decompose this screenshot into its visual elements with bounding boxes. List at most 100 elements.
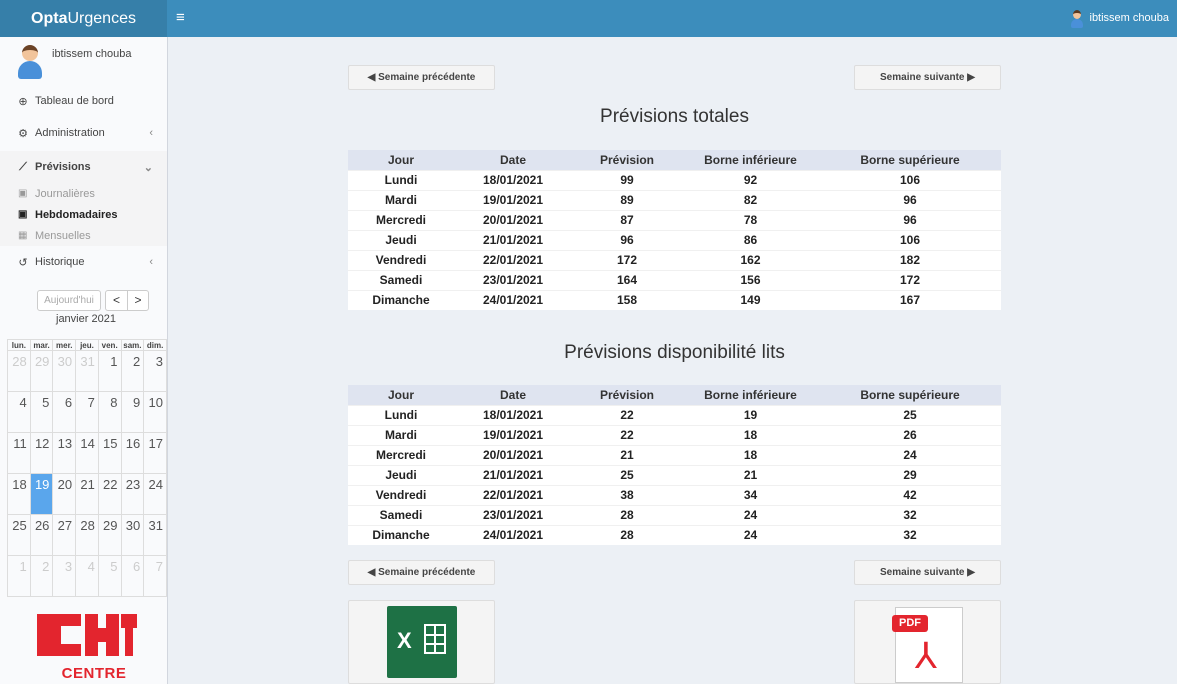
calendar-day[interactable]: 2: [29, 555, 54, 597]
table-cell: 86: [682, 229, 819, 250]
calendar-week: 28 29 30 31 1 2 3: [7, 350, 167, 392]
calendar-day[interactable]: 19: [29, 473, 54, 515]
table-cell: Vendredi: [348, 484, 454, 505]
calendar-day[interactable]: 24: [143, 473, 167, 515]
calendar-day[interactable]: 31: [143, 514, 167, 556]
sidebar-item-historique[interactable]: ↺ Historique ‹: [0, 246, 167, 278]
calendar-day[interactable]: 11: [7, 432, 31, 474]
calendar-day[interactable]: 26: [29, 514, 54, 556]
table-cell: 24: [682, 504, 819, 525]
prev-month-button[interactable]: <: [106, 291, 127, 310]
table-cell: 106: [819, 229, 1001, 250]
calendar-day[interactable]: 17: [143, 432, 167, 474]
calendar-day[interactable]: 3: [143, 350, 167, 392]
calendar-day[interactable]: 23: [120, 473, 145, 515]
avatar: [18, 45, 42, 79]
calendar-day[interactable]: 30: [52, 350, 77, 392]
calendar-day[interactable]: 15: [97, 432, 122, 474]
calendar-day[interactable]: 14: [75, 432, 99, 474]
table-cell: 21/01/2021: [454, 229, 572, 250]
table-cell: 23/01/2021: [454, 504, 572, 525]
calendar-day[interactable]: 3: [52, 555, 77, 597]
app-logo[interactable]: OptaUrgences: [0, 0, 167, 37]
calendar-day[interactable]: 4: [7, 391, 31, 433]
calendar-day[interactable]: 13: [52, 432, 77, 474]
table-cell: 21/01/2021: [454, 464, 572, 485]
calendar-day[interactable]: 25: [7, 514, 31, 556]
line-chart-icon: ⟋: [19, 160, 27, 173]
table-cell: Mardi: [348, 424, 454, 445]
table-cell: 21: [682, 464, 819, 485]
calendar-day[interactable]: 27: [52, 514, 77, 556]
table-cell: Mercredi: [348, 209, 454, 230]
prev-week-button-bottom[interactable]: ◀ Semaine précédente: [348, 560, 495, 585]
user-menu[interactable]: ibtissem chouba: [1070, 0, 1169, 37]
calendar-day[interactable]: 2: [120, 350, 145, 392]
calendar-day[interactable]: 1: [7, 555, 31, 597]
sidebar-subitem-journalieres[interactable]: ▣ Journalières: [0, 183, 167, 204]
calendar-week: 11 12 13 14 15 16 17: [7, 432, 167, 474]
calendar-day[interactable]: 21: [75, 473, 99, 515]
calendar-toolbar: Aujourd'hui < >: [37, 290, 149, 311]
calendar-day[interactable]: 9: [120, 391, 145, 433]
sidebar-item-dashboard[interactable]: ⊕ Tableau de bord: [0, 85, 167, 117]
table-cell: 34: [682, 484, 819, 505]
calendar-day[interactable]: 16: [120, 432, 145, 474]
next-month-button[interactable]: >: [127, 291, 148, 310]
calendar-day[interactable]: 6: [120, 555, 145, 597]
export-pdf-button[interactable]: PDF ⅄: [854, 600, 1001, 684]
table-cell: Dimanche: [348, 289, 454, 310]
calendar-day[interactable]: 4: [75, 555, 99, 597]
calendar-day[interactable]: 29: [29, 350, 54, 392]
calendar-day[interactable]: 31: [75, 350, 99, 392]
calendar-week: 1234567: [7, 555, 167, 597]
calendar-day[interactable]: 12: [29, 432, 54, 474]
calendar-day[interactable]: 22: [97, 473, 122, 515]
table-row: Mardi 19/01/2021 22 18 26: [348, 424, 1001, 445]
calendar-day[interactable]: 7: [75, 391, 99, 433]
table-cell: 96: [819, 189, 1001, 210]
calendar-day[interactable]: 5: [97, 555, 122, 597]
table-row: Dimanche 24/01/2021 28 24 32: [348, 524, 1001, 545]
calendar-day[interactable]: 6: [52, 391, 77, 433]
sidebar: ibtissem chouba ⊕ Tableau de bord ⚙ Admi…: [0, 37, 168, 684]
table-cell: 26: [819, 424, 1001, 445]
table-cell: 32: [819, 504, 1001, 525]
table-cell: 18/01/2021: [454, 404, 572, 425]
calendar-nav: < >: [105, 290, 149, 311]
export-excel-button[interactable]: X: [348, 600, 495, 684]
sidebar-item-previsions[interactable]: ⟋ Prévisions ⌄: [0, 151, 167, 183]
sidebar-subitem-mensuelles[interactable]: ▦ Mensuelles: [0, 225, 167, 246]
calendar-day[interactable]: 8: [97, 391, 122, 433]
table-cell: Samedi: [348, 269, 454, 290]
calendar-day[interactable]: 20: [52, 473, 77, 515]
calendar-day[interactable]: 10: [143, 391, 167, 433]
prev-week-button[interactable]: ◀ Semaine précédente: [348, 65, 495, 90]
next-week-button[interactable]: Semaine suivante ▶: [854, 65, 1001, 90]
today-button[interactable]: Aujourd'hui: [37, 290, 101, 311]
table-cell: 32: [819, 524, 1001, 545]
sidebar-item-administration[interactable]: ⚙ Administration ‹: [0, 117, 167, 149]
menu-toggle-icon[interactable]: ≡: [176, 0, 185, 37]
calendar-day[interactable]: 1: [97, 350, 122, 392]
next-week-button-bottom[interactable]: Semaine suivante ▶: [854, 560, 1001, 585]
excel-icon: X: [387, 606, 457, 678]
calendar-weekday: lun.: [7, 339, 31, 351]
table-cell: 156: [682, 269, 819, 290]
section-title-total: Prévisions totales: [600, 106, 749, 127]
calendar-day[interactable]: 28: [75, 514, 99, 556]
table-cell: Dimanche: [348, 524, 454, 545]
sidebar-subitem-hebdomadaires[interactable]: ▣ Hebdomadaires: [0, 204, 167, 225]
calendar-day[interactable]: 30: [120, 514, 145, 556]
table-cell: Lundi: [348, 404, 454, 425]
calendar-day[interactable]: 7: [143, 555, 167, 597]
column-header: Borne supérieure: [819, 385, 1001, 405]
calendar-day[interactable]: 28: [7, 350, 31, 392]
table-cell: 23/01/2021: [454, 269, 572, 290]
section-title-beds: Prévisions disponibilité lits: [564, 342, 785, 363]
calendar-day[interactable]: 29: [97, 514, 122, 556]
column-header: Date: [454, 385, 572, 405]
calendar-day[interactable]: 5: [29, 391, 54, 433]
calendar-day[interactable]: 18: [7, 473, 31, 515]
calendar-weekday: sam.: [120, 339, 145, 351]
